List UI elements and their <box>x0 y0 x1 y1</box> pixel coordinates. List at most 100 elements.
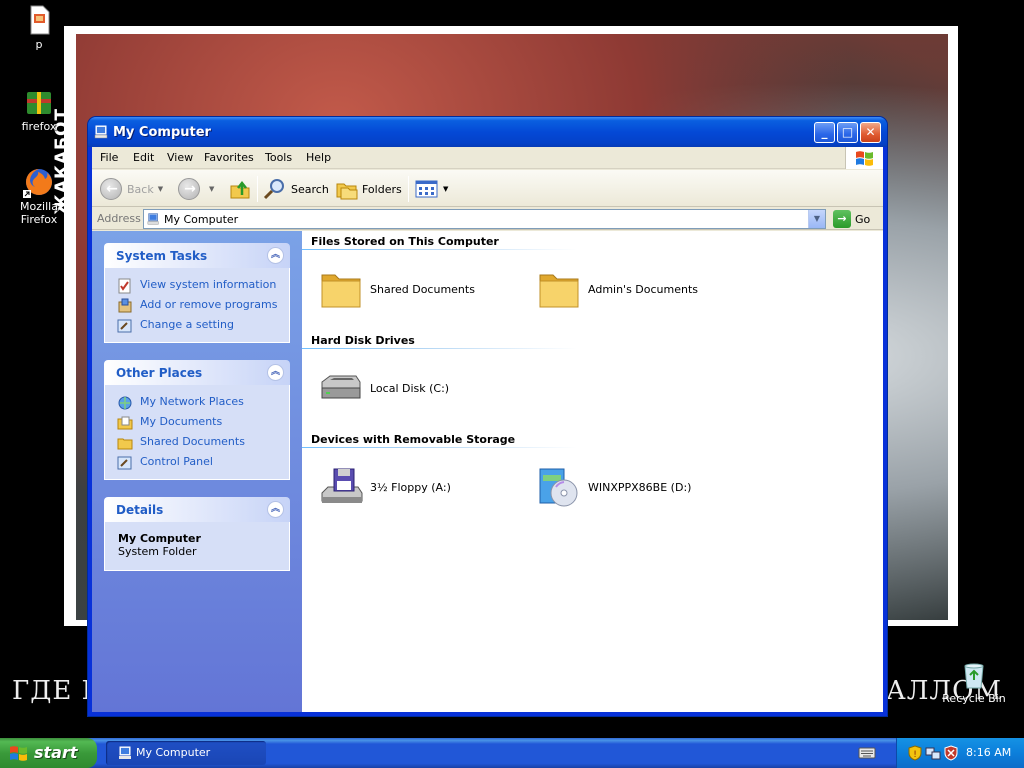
task-link-label: Change a setting <box>140 318 234 331</box>
back-label: Back <box>127 182 154 196</box>
item-local-disk-c[interactable]: Local Disk (C:) <box>316 364 449 412</box>
desktop-icon-mozilla-firefox[interactable]: Mozilla Firefox <box>3 166 75 226</box>
antivirus-shield-icon[interactable] <box>943 745 959 761</box>
task-link-label: My Network Places <box>140 395 244 408</box>
details-header[interactable]: Details ︽ <box>104 497 290 522</box>
menu-edit[interactable]: Edit <box>133 151 154 164</box>
search-label: Search <box>291 182 329 196</box>
my-computer-icon <box>147 213 159 225</box>
go-button[interactable]: → Go <box>833 209 870 229</box>
add-remove-programs-icon <box>118 298 132 313</box>
desktop-icon-label: firefox <box>21 120 57 133</box>
group-divider <box>302 348 577 349</box>
item-cd-drive-d[interactable]: WINXPPX86BE (D:) <box>534 463 691 511</box>
other-places-header[interactable]: Other Places ︽ <box>104 360 290 385</box>
window-title: My Computer <box>113 125 211 140</box>
control-panel-icon <box>117 456 132 470</box>
task-view-system-information[interactable]: View system information <box>105 276 289 296</box>
item-floppy-a[interactable]: 3½ Floppy (A:) <box>316 463 451 511</box>
menu-view[interactable]: View <box>167 151 193 164</box>
go-label: Go <box>855 212 871 226</box>
desktop-icon-label: Recycle Bin <box>942 692 1006 705</box>
go-arrow-icon: → <box>833 210 851 228</box>
other-places-panel: Other Places ︽ My Network Places My Docu… <box>104 360 290 480</box>
address-bar: Address My Computer ▼ → Go <box>92 208 883 230</box>
back-button[interactable]: ← Back ▼ <box>100 176 163 202</box>
search-button[interactable]: Search <box>262 176 329 202</box>
floppy-drive-icon <box>321 468 363 503</box>
menu-tools[interactable]: Tools <box>265 151 292 164</box>
folders-icon <box>336 183 358 200</box>
window-client: File Edit View Favorites Tools Help ← Ba… <box>92 147 883 712</box>
search-icon <box>263 179 284 200</box>
other-places-body: My Network Places My Documents Shared Do… <box>104 385 290 480</box>
folder-icon <box>539 274 579 308</box>
collapse-icon[interactable]: ︽ <box>267 501 284 518</box>
group-divider <box>302 249 577 250</box>
windows-flag-icon <box>10 746 27 761</box>
close-button[interactable]: ✕ <box>860 122 881 143</box>
item-label: WINXPPX86BE (D:) <box>588 480 692 494</box>
item-label: 3½ Floppy (A:) <box>370 480 451 494</box>
desktop-icon-recycle-bin[interactable]: Recycle Bin <box>938 658 1010 705</box>
winrar-archive-icon <box>27 92 51 114</box>
desktop-icon-p[interactable]: p <box>3 4 75 51</box>
maximize-button[interactable]: □ <box>837 122 858 143</box>
security-shield-icon[interactable]: ! <box>907 745 923 761</box>
details-name: My Computer <box>118 532 201 545</box>
address-dropdown-button[interactable]: ▼ <box>808 210 825 228</box>
panel-title: Details <box>116 503 164 517</box>
desktop-icon-firefox-folder[interactable]: firefox <box>3 86 75 133</box>
task-add-remove-programs[interactable]: Add or remove programs <box>105 296 289 316</box>
start-button[interactable]: start <box>0 738 97 768</box>
task-change-a-setting[interactable]: Change a setting <box>105 316 289 336</box>
firefox-icon <box>23 169 52 198</box>
cd-installer-icon <box>539 468 578 507</box>
control-panel-icon <box>117 319 132 333</box>
my-computer-icon <box>94 125 108 139</box>
task-link-label: My Documents <box>140 415 223 428</box>
item-admins-documents[interactable]: Admin's Documents <box>534 265 698 313</box>
details-panel: Details ︽ My Computer System Folder <box>104 497 290 571</box>
network-icon[interactable] <box>925 745 941 761</box>
windows-flag-icon <box>856 151 873 166</box>
up-folder-button[interactable] <box>228 176 252 202</box>
place-my-documents[interactable]: My Documents <box>105 413 289 433</box>
minimize-button[interactable]: _ <box>814 122 835 143</box>
desktop-icon-label: p <box>35 38 43 51</box>
details-type: System Folder <box>118 545 197 558</box>
views-button[interactable]: ▼ <box>415 176 448 202</box>
forward-arrow-icon: → <box>178 178 200 200</box>
place-shared-documents[interactable]: Shared Documents <box>105 433 289 453</box>
collapse-icon[interactable]: ︽ <box>267 364 284 381</box>
item-shared-documents[interactable]: Shared Documents <box>316 265 475 313</box>
forward-button[interactable]: → ▼ <box>178 176 214 202</box>
maximize-icon: □ <box>841 125 854 139</box>
folders-button[interactable]: Folders <box>335 176 402 202</box>
system-tasks-body: View system information Add or remove pr… <box>104 268 290 343</box>
task-link-label: Shared Documents <box>140 435 245 448</box>
task-link-label: View system information <box>140 278 277 291</box>
menu-bar: File Edit View Favorites Tools Help <box>92 147 883 169</box>
taskbar-button-my-computer[interactable]: My Computer <box>106 741 266 765</box>
back-arrow-icon: ← <box>100 178 122 200</box>
place-my-network-places[interactable]: My Network Places <box>105 393 289 413</box>
menu-file[interactable]: File <box>100 151 118 164</box>
item-label: Shared Documents <box>370 282 475 296</box>
chevron-down-icon: ▼ <box>443 185 449 193</box>
window-titlebar[interactable]: My Computer _ □ ✕ <box>88 117 887 147</box>
system-tasks-header[interactable]: System Tasks ︽ <box>104 243 290 268</box>
place-control-panel[interactable]: Control Panel <box>105 453 289 473</box>
menu-favorites[interactable]: Favorites <box>204 151 254 164</box>
content-area: Files Stored on This Computer Shared Doc… <box>302 231 883 712</box>
collapse-icon[interactable]: ︽ <box>267 247 284 264</box>
chevron-down-icon: ▼ <box>813 214 821 223</box>
views-icon <box>415 180 438 198</box>
address-field[interactable]: My Computer ▼ <box>143 209 826 229</box>
folder-icon <box>117 438 133 450</box>
task-pane: System Tasks ︽ View system information A… <box>92 231 302 712</box>
keyboard-icon[interactable] <box>858 746 876 760</box>
my-computer-icon <box>119 746 131 759</box>
toolbar-separator <box>408 176 409 202</box>
menu-help[interactable]: Help <box>306 151 331 164</box>
